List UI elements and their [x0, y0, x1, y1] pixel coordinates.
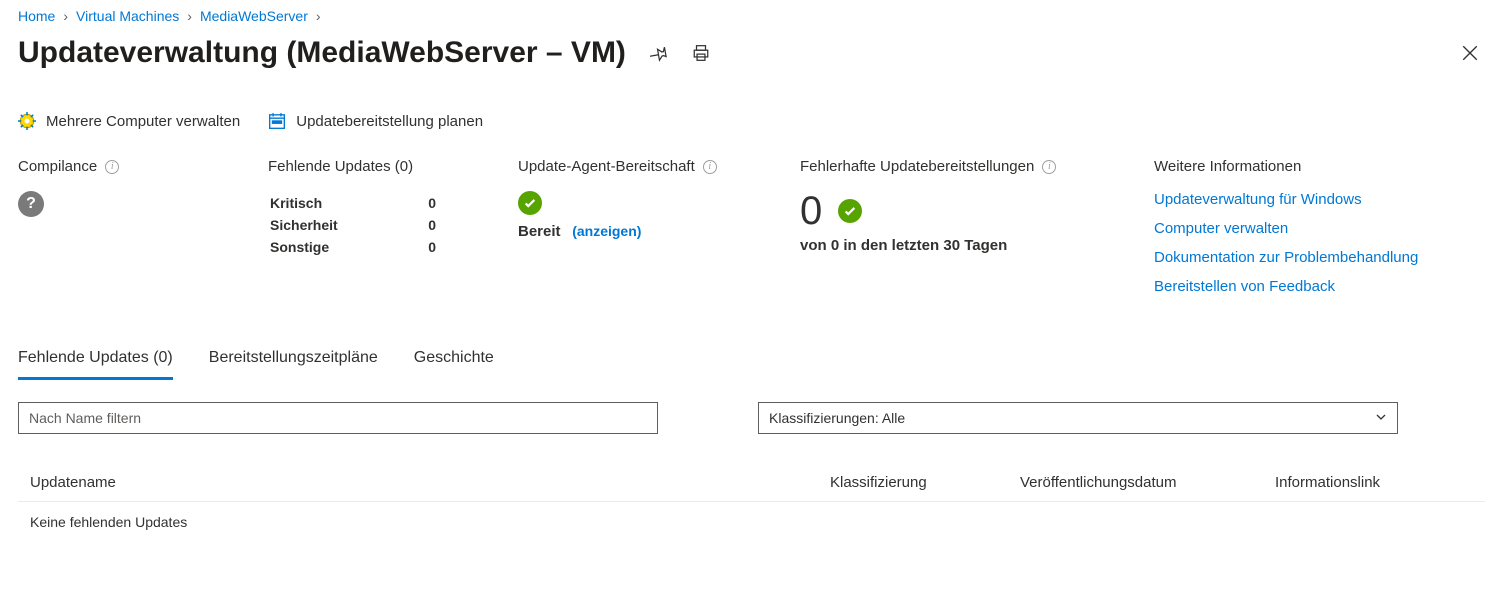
- page-header: Updateverwaltung (MediaWebServer – VM): [18, 36, 1485, 70]
- page-title: Updateverwaltung (MediaWebServer – VM): [18, 36, 626, 70]
- check-circle-icon: [518, 191, 542, 215]
- missing-security-value: 0: [392, 215, 476, 235]
- missing-row-security: Sicherheit 0: [270, 215, 476, 235]
- info-icon[interactable]: i: [1042, 160, 1056, 174]
- tab-history[interactable]: Geschichte: [414, 343, 494, 380]
- missing-updates-card: Fehlende Updates (0) Kritisch 0 Sicherhe…: [268, 158, 518, 259]
- tabs: Fehlende Updates (0) Bereitstellungszeit…: [18, 343, 1485, 380]
- classification-dropdown[interactable]: Klassifizierungen: Alle: [758, 402, 1398, 434]
- failed-subtext: von 0 in den letzten 30 Tagen: [800, 237, 1114, 254]
- breadcrumb-mediawebserver[interactable]: MediaWebServer: [200, 8, 308, 24]
- failed-deployments-card: Fehlerhafte Updatebereitstellungen i 0 v…: [800, 158, 1154, 254]
- tab-missing-updates[interactable]: Fehlende Updates (0): [18, 343, 173, 380]
- chevron-right-icon: ›: [187, 8, 192, 24]
- col-classification[interactable]: Klassifizierung: [830, 474, 1020, 491]
- schedule-deployment-label: Updatebereitstellung planen: [296, 113, 483, 130]
- name-filter-input[interactable]: [18, 402, 658, 434]
- missing-updates-label: Fehlende Updates (0): [268, 158, 413, 175]
- col-publish-date[interactable]: Veröffentlichungsdatum: [1020, 474, 1275, 491]
- link-update-mgmt-windows[interactable]: Updateverwaltung für Windows: [1154, 191, 1445, 208]
- header-actions: [650, 44, 710, 62]
- info-icon[interactable]: i: [703, 160, 717, 174]
- compliance-card: Compilance i ?: [18, 158, 268, 217]
- print-icon[interactable]: [692, 44, 710, 62]
- toolbar: Mehrere Computer verwalten Updatebereits…: [18, 112, 1485, 130]
- stats-row: Compilance i ? Fehlende Updates (0) Krit…: [18, 158, 1485, 295]
- link-manage-computers[interactable]: Computer verwalten: [1154, 220, 1445, 237]
- pin-icon[interactable]: [650, 44, 668, 62]
- filter-row: Klassifizierungen: Alle: [18, 402, 1485, 434]
- table-header: Updatename Klassifizierung Veröffentlich…: [18, 464, 1485, 502]
- manage-multiple-computers-button[interactable]: Mehrere Computer verwalten: [18, 112, 240, 130]
- chevron-right-icon: ›: [316, 8, 321, 24]
- missing-security-label: Sicherheit: [270, 215, 390, 235]
- classification-dropdown-value: Klassifizierungen: Alle: [769, 410, 905, 426]
- breadcrumb-home[interactable]: Home: [18, 8, 55, 24]
- col-info-link[interactable]: Informationslink: [1275, 474, 1473, 491]
- info-icon[interactable]: i: [105, 160, 119, 174]
- agent-show-link[interactable]: (anzeigen): [572, 223, 641, 239]
- breadcrumb-virtual-machines[interactable]: Virtual Machines: [76, 8, 179, 24]
- missing-critical-label: Kritisch: [270, 193, 390, 213]
- chevron-down-icon: [1375, 410, 1387, 426]
- schedule-deployment-button[interactable]: Updatebereitstellung planen: [268, 112, 483, 130]
- failed-count: 0: [800, 191, 822, 231]
- failed-deployments-label: Fehlerhafte Updatebereitstellungen: [800, 158, 1034, 175]
- missing-row-critical: Kritisch 0: [270, 193, 476, 213]
- table-empty-message: Keine fehlenden Updates: [18, 502, 1485, 542]
- missing-other-value: 0: [392, 237, 476, 257]
- gear-icon: [18, 112, 36, 130]
- agent-status-text: Bereit: [518, 223, 561, 240]
- calendar-icon: [268, 112, 286, 130]
- breadcrumb: Home › Virtual Machines › MediaWebServer…: [18, 8, 1485, 24]
- check-circle-icon: [838, 199, 862, 223]
- tab-deployment-schedules[interactable]: Bereitstellungszeitpläne: [209, 343, 378, 380]
- more-info-card: Weitere Informationen Updateverwaltung f…: [1154, 158, 1485, 295]
- close-button[interactable]: [1461, 44, 1485, 62]
- missing-row-other: Sonstige 0: [270, 237, 476, 257]
- link-provide-feedback[interactable]: Bereitstellen von Feedback: [1154, 278, 1445, 295]
- more-info-label: Weitere Informationen: [1154, 158, 1301, 175]
- missing-critical-value: 0: [392, 193, 476, 213]
- missing-other-label: Sonstige: [270, 237, 390, 257]
- manage-multiple-label: Mehrere Computer verwalten: [46, 113, 240, 130]
- agent-readiness-card: Update-Agent-Bereitschaft i Bereit (anze…: [518, 158, 800, 240]
- compliance-label: Compilance: [18, 158, 97, 175]
- col-updatename[interactable]: Updatename: [30, 474, 830, 491]
- question-icon: ?: [18, 191, 44, 217]
- agent-readiness-label: Update-Agent-Bereitschaft: [518, 158, 695, 175]
- updates-table: Updatename Klassifizierung Veröffentlich…: [18, 464, 1485, 542]
- chevron-right-icon: ›: [63, 8, 68, 24]
- link-troubleshooting-docs[interactable]: Dokumentation zur Problembehandlung: [1154, 249, 1445, 266]
